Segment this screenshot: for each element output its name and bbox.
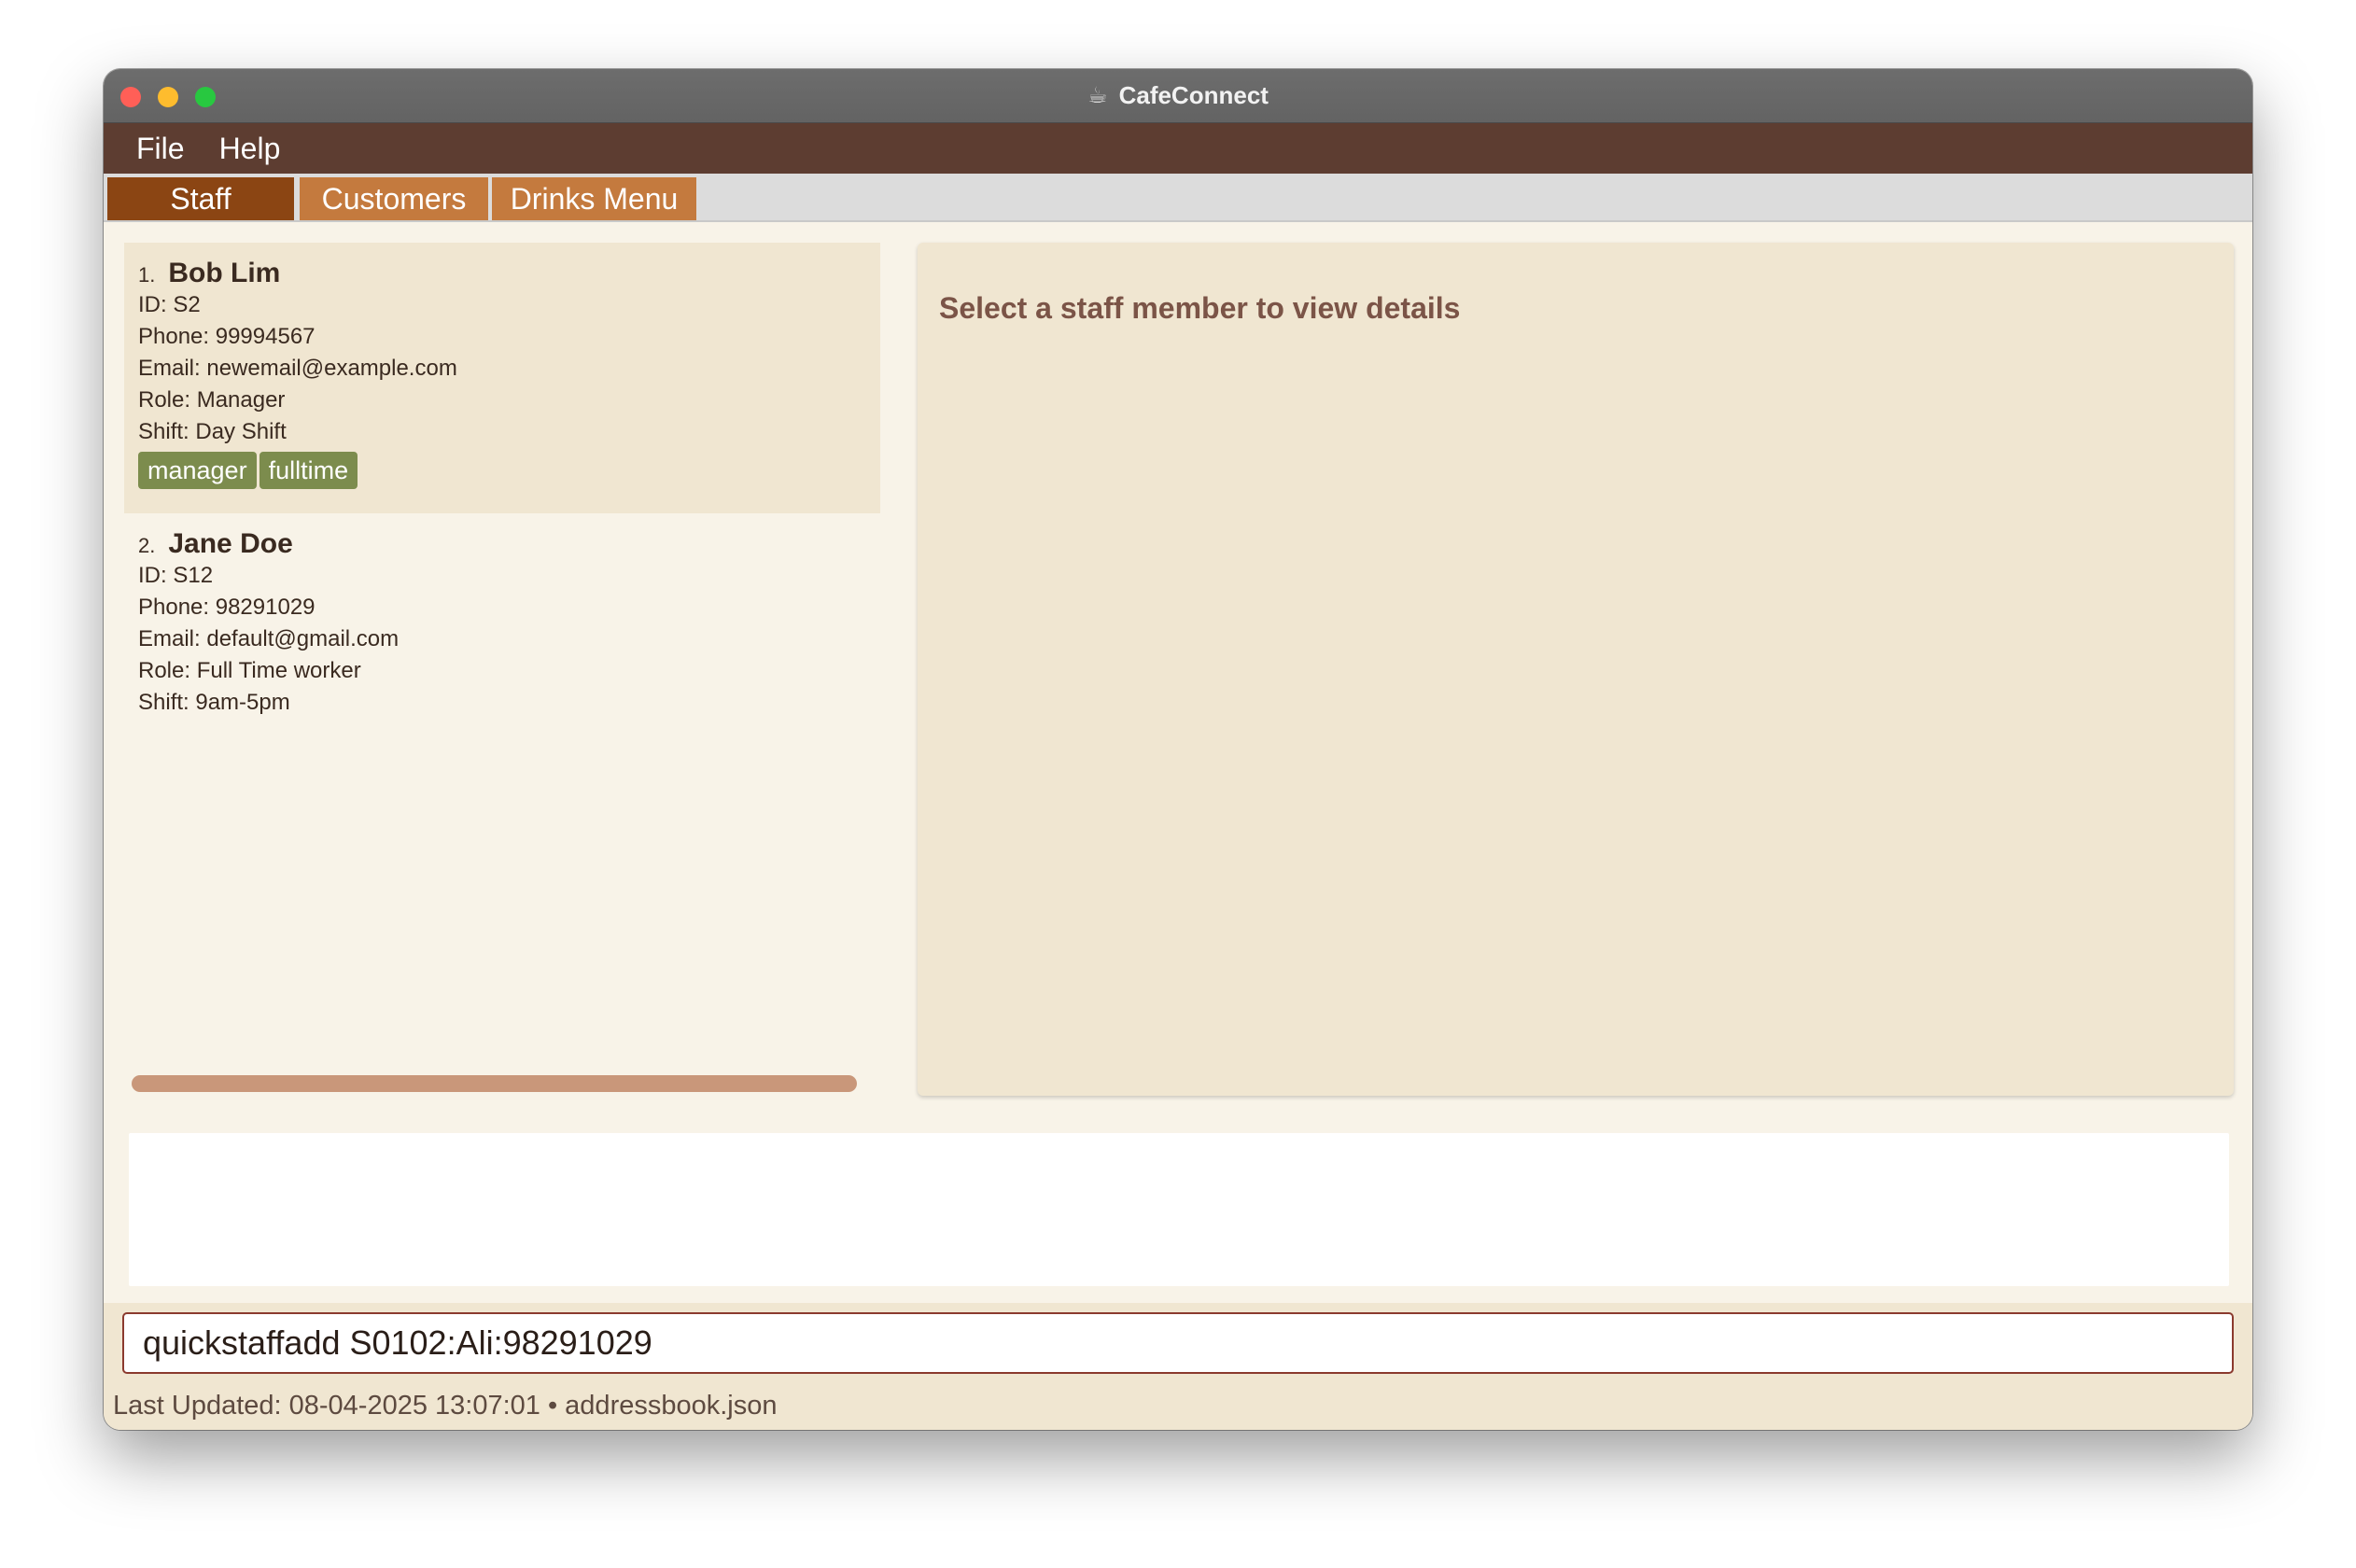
staff-id: ID: S2 [138,292,201,317]
staff-id: ID: S12 [138,563,214,588]
window-title-wrap: ☕ CafeConnect [104,69,2252,122]
staff-phone: Phone: 98291029 [138,595,316,620]
title-bar[interactable]: ☕ CafeConnect [104,69,2252,123]
detail-placeholder: Select a staff member to view details [939,291,1461,325]
scrollbar-thumb[interactable] [132,1075,857,1092]
staff-role: Role: Manager [138,387,286,413]
menu-help[interactable]: Help [219,132,281,166]
app-window: ☕ CafeConnect File Help Staff Customers … [104,69,2252,1430]
command-area: Last Updated: 08-04-2025 13:07:01 • addr… [104,1303,2252,1430]
staff-email: Email: default@gmail.com [138,626,400,651]
status-bar: Last Updated: 08-04-2025 13:07:01 • addr… [113,1391,778,1421]
menu-bar: File Help [104,123,2252,174]
staff-name-row: 2. Jane Doe [138,513,880,560]
staff-email: Email: newemail@example.com [138,356,457,381]
tab-staff[interactable]: Staff [107,177,294,220]
staff-name: Bob Lim [168,258,281,288]
coffee-cup-icon: ☕ [1087,83,1108,108]
tab-bar: Staff Customers Drinks Menu [104,174,2252,222]
tab-customers[interactable]: Customers [300,177,488,220]
staff-detail-panel: Select a staff member to view details [918,243,2234,1096]
staff-list: 1. Bob Lim ID: S2 Phone: 99994567 Email:… [124,243,880,1097]
tab-drinks-menu[interactable]: Drinks Menu [492,177,696,220]
result-display [129,1133,2229,1286]
window-title: CafeConnect [1118,81,1269,109]
staff-role: Role: Full Time worker [138,658,361,683]
staff-tags: manager fulltime [138,452,880,489]
menu-file[interactable]: File [136,132,185,166]
tag-manager: manager [138,452,257,489]
staff-phone: Phone: 99994567 [138,324,316,349]
staff-name: Jane Doe [168,528,293,559]
staff-shift: Shift: 9am-5pm [138,690,290,715]
staff-card[interactable]: 2. Jane Doe ID: S12 Phone: 98291029 Emai… [124,513,880,784]
horizontal-scrollbar[interactable] [124,1070,880,1094]
staff-name-row: 1. Bob Lim [138,243,880,289]
staff-shift: Shift: Day Shift [138,419,287,444]
command-input[interactable] [122,1312,2234,1374]
staff-index: 1. [138,263,156,287]
staff-card[interactable]: 1. Bob Lim ID: S2 Phone: 99994567 Email:… [124,243,880,513]
tag-fulltime: fulltime [259,452,358,489]
staff-index: 2. [138,534,156,557]
